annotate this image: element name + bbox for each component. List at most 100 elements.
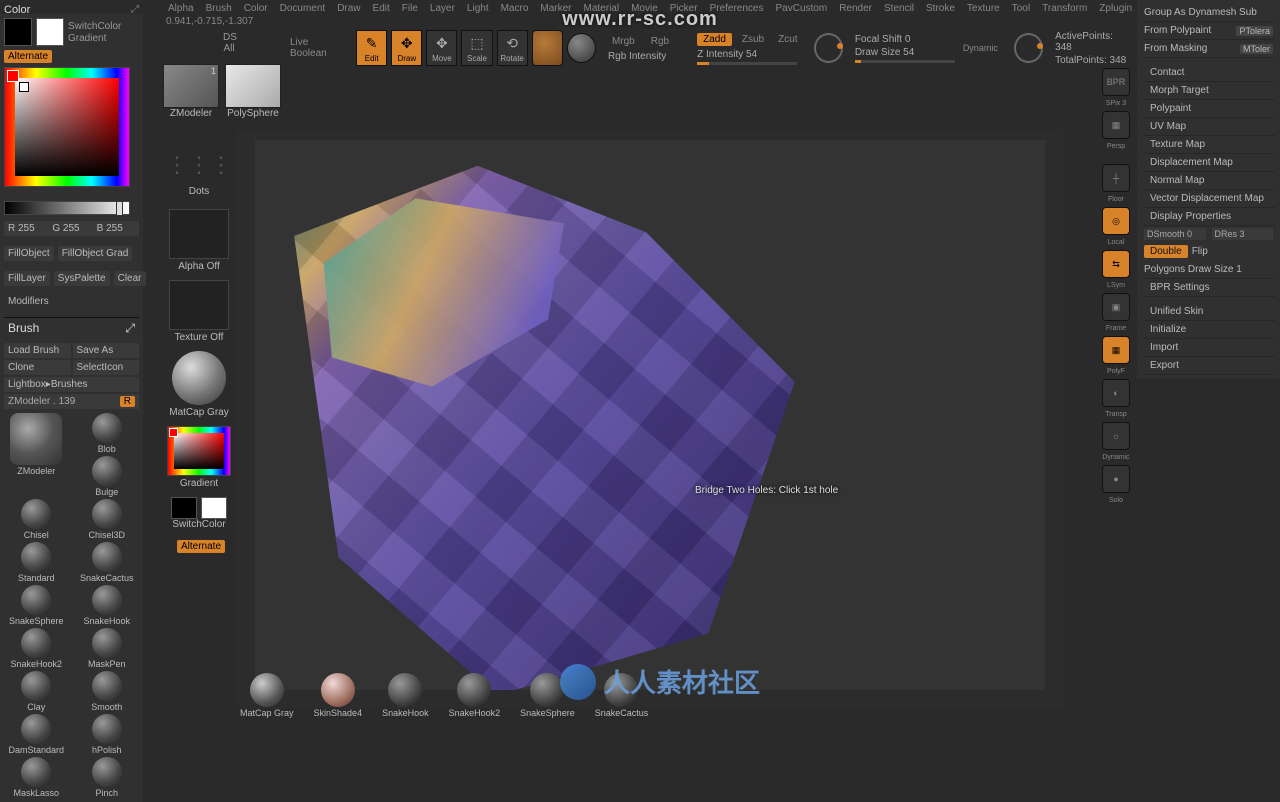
solo-button[interactable]: ● (1102, 465, 1130, 493)
section-display[interactable]: Display Properties (1142, 208, 1275, 226)
section-morph[interactable]: Morph Target (1142, 82, 1275, 100)
gradient-button[interactable]: Gradient (68, 33, 121, 44)
brush-bulge[interactable]: Bulge (75, 456, 140, 497)
mat-skinshade4[interactable]: SkinShade4 (314, 673, 363, 718)
color-picker[interactable] (4, 67, 130, 187)
menu-macro[interactable]: Macro (501, 3, 529, 14)
dynamic-button[interactable]: ☼ (1102, 422, 1130, 450)
section-polypaint[interactable]: Polypaint (1142, 100, 1275, 118)
alpha-slot[interactable] (169, 209, 229, 259)
swatch-primary[interactable] (36, 18, 64, 46)
select-icon-button[interactable]: SelectIcon (73, 360, 140, 375)
section-contact[interactable]: Contact (1142, 64, 1275, 82)
brush-standard[interactable]: Standard (4, 542, 69, 583)
value-slider[interactable] (4, 201, 130, 215)
ptolera-tag[interactable]: PTolera (1236, 26, 1273, 36)
sphere-preview[interactable] (567, 33, 596, 63)
menu-color[interactable]: Color (244, 3, 268, 14)
brush-smooth[interactable]: Smooth (75, 671, 140, 712)
fill-object-button[interactable]: FillObject (4, 246, 54, 261)
fill-object-grad-button[interactable]: FillObject Grad (58, 246, 133, 261)
section-bpr[interactable]: BPR Settings (1142, 279, 1275, 297)
gizmo-button[interactable] (532, 30, 563, 66)
mat-snakehook[interactable]: SnakeHook (382, 673, 429, 718)
clone-brush-button[interactable]: Clone (4, 360, 71, 375)
menu-picker[interactable]: Picker (670, 3, 698, 14)
slider-handle[interactable] (116, 201, 123, 216)
brush-hpolish[interactable]: hPolish (75, 714, 140, 755)
persp-button[interactable]: ▦ (1102, 111, 1130, 139)
section-unifiedskin[interactable]: Unified Skin (1142, 303, 1275, 321)
stroke-dots[interactable]: ⋮⋮⋮ (174, 146, 224, 184)
brush-chisel3d[interactable]: Chisel3D (75, 499, 140, 540)
section-import[interactable]: Import (1142, 339, 1275, 357)
move-mode-button[interactable]: ✥Move (426, 30, 457, 66)
brush-snakehook[interactable]: SnakeHook (75, 585, 140, 626)
bpr-button[interactable]: BPR (1102, 68, 1130, 96)
menu-draw[interactable]: Draw (337, 3, 360, 14)
menu-movie[interactable]: Movie (631, 3, 658, 14)
dres-slider[interactable]: DRes 3 (1212, 228, 1274, 240)
brush-blob[interactable]: Blob (75, 413, 140, 454)
menu-layer[interactable]: Layer (430, 3, 455, 14)
brush-r-toggle[interactable]: R (120, 396, 135, 407)
draw-size-track[interactable] (855, 60, 955, 63)
transp-button[interactable]: ◐ (1102, 379, 1130, 407)
menu-tool[interactable]: Tool (1012, 3, 1030, 14)
brush-damstandard[interactable]: DamStandard (4, 714, 69, 755)
texture-slot[interactable] (169, 280, 229, 330)
ds-all-label[interactable]: DS All (223, 32, 235, 54)
double-toggle[interactable]: Double (1144, 245, 1188, 258)
brush-chisel[interactable]: Chisel (4, 499, 69, 540)
section-initialize[interactable]: Initialize (1142, 321, 1275, 339)
lightbox-brushes-button[interactable]: Lightbox▸Brushes (4, 377, 139, 392)
switch-color-label[interactable]: SwitchColor (163, 519, 235, 530)
spix-label[interactable]: SPix 3 (1106, 100, 1126, 107)
menu-file[interactable]: File (402, 3, 418, 14)
swatch-secondary[interactable] (4, 18, 32, 46)
menu-zplugin[interactable]: Zplugin (1099, 3, 1132, 14)
brush-masklasso[interactable]: MaskLasso (4, 757, 69, 798)
mtolera-tag[interactable]: MToler (1240, 44, 1273, 54)
group-as-dynamesh[interactable]: Group As Dynamesh Sub (1142, 4, 1275, 22)
mini-color-picker[interactable] (167, 426, 231, 476)
saturation-value-box[interactable] (15, 78, 119, 176)
expand-icon[interactable]: ⤢ (125, 321, 135, 336)
focal-shift-label[interactable]: Focal Shift 0 (855, 34, 955, 45)
live-boolean-toggle[interactable]: Live Boolean (290, 37, 346, 59)
floor-button[interactable]: ┼ (1102, 164, 1130, 192)
from-masking[interactable]: From MaskingMToler (1142, 40, 1275, 58)
flip-toggle[interactable]: Flip (1192, 246, 1273, 257)
switch-color-button[interactable]: SwitchColor (68, 21, 121, 32)
polyf-button[interactable]: ▦ (1102, 336, 1130, 364)
mini-swatch-black[interactable] (171, 497, 197, 519)
size-dial[interactable] (1014, 33, 1043, 63)
brush-snakecactus[interactable]: SnakeCactus (75, 542, 140, 583)
dsmooth-slider[interactable]: DSmooth 0 (1144, 228, 1206, 240)
edit-mode-button[interactable]: ✎Edit (356, 30, 387, 66)
section-dispmap[interactable]: Displacement Map (1142, 154, 1275, 172)
alternate-button[interactable]: Alternate (4, 50, 52, 63)
modifiers-section[interactable]: Modifiers (4, 294, 139, 309)
poly-draw-size[interactable]: Polygons Draw Size 1 (1142, 261, 1275, 279)
rotate-mode-button[interactable]: ⟲Rotate (497, 30, 528, 66)
section-texturemap[interactable]: Texture Map (1142, 136, 1275, 154)
mat-matcapgray[interactable]: MatCap Gray (240, 673, 294, 718)
menu-texture[interactable]: Texture (967, 3, 1000, 14)
mini-swatch-white[interactable] (201, 497, 227, 519)
brush-maskpen[interactable]: MaskPen (75, 628, 140, 669)
lsym-button[interactable]: ⇆ (1102, 250, 1130, 278)
focal-shift-dial[interactable] (814, 33, 843, 63)
brush-zmodeler[interactable]: ZModeler (4, 413, 69, 497)
section-uvmap[interactable]: UV Map (1142, 118, 1275, 136)
brush-snakesphere[interactable]: SnakeSphere (4, 585, 69, 626)
menu-alpha[interactable]: Alpha (168, 3, 194, 14)
r-value[interactable]: R 255 (8, 223, 46, 234)
menu-preferences[interactable]: Preferences (710, 3, 764, 14)
section-normalmap[interactable]: Normal Map (1142, 172, 1275, 190)
draw-size-label[interactable]: Draw Size 54 (855, 47, 955, 58)
z-intensity-track[interactable] (697, 62, 797, 65)
b-value[interactable]: B 255 (97, 223, 135, 234)
load-brush-button[interactable]: Load Brush (4, 343, 71, 358)
alternate-button-2[interactable]: Alternate (177, 540, 225, 553)
